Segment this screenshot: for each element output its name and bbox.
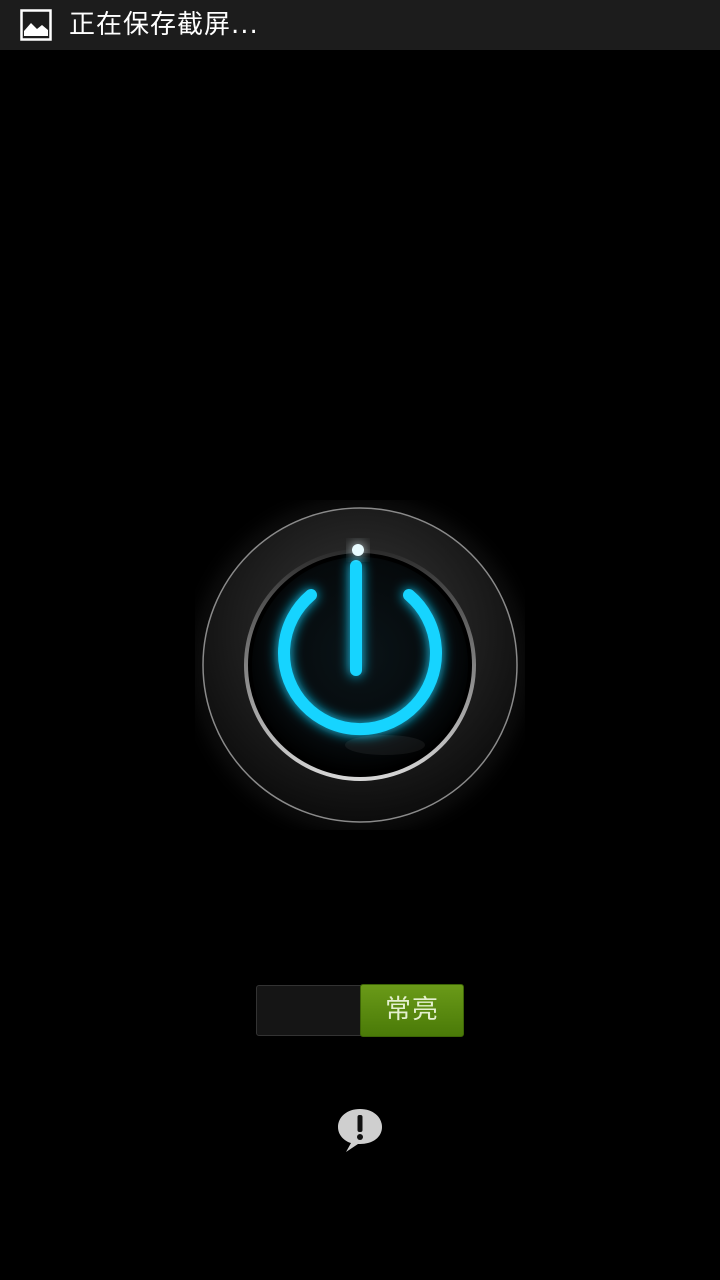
toggle-track — [256, 985, 366, 1036]
exclamation-bubble-icon[interactable] — [336, 1106, 384, 1154]
power-button[interactable] — [195, 500, 525, 830]
status-message: 正在保存截屏... — [69, 10, 259, 40]
toggle-thumb-label[interactable]: 常亮 — [360, 984, 464, 1037]
always-on-toggle[interactable]: 常亮 — [256, 984, 464, 1037]
image-icon — [20, 9, 52, 41]
power-icon — [200, 505, 520, 825]
status-bar: 正在保存截屏... — [0, 0, 720, 50]
